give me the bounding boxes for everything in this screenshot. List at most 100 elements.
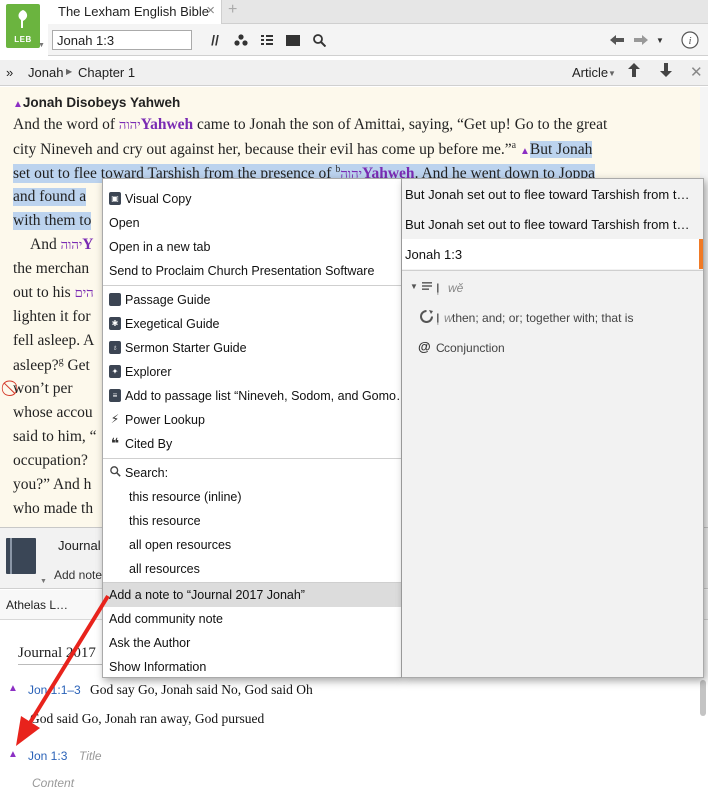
note-content-placeholder[interactable]: Content	[32, 776, 74, 790]
visual-filters-icon[interactable]	[232, 30, 250, 50]
selection-option-morphology[interactable]: @ C conjunction	[402, 337, 703, 363]
menu-item-show-information[interactable]: Show Information	[103, 655, 401, 679]
selection-option-word[interactable]: ▼ וְ wĕ	[402, 277, 703, 303]
collapse-triangle-icon[interactable]: ▼	[410, 282, 418, 291]
panel-layout-icon[interactable]	[284, 30, 302, 50]
exegetical-guide-icon: ✱	[109, 317, 121, 330]
breadcrumb-separator-icon: ▶	[66, 67, 73, 76]
menu-separator	[402, 270, 703, 271]
journal-tab[interactable]: Journal	[58, 538, 101, 553]
back-arrow-icon[interactable]	[608, 30, 626, 50]
journal-scrollbar[interactable]	[700, 680, 706, 716]
journal-book-icon	[6, 538, 36, 574]
menu-item-add-community-note[interactable]: Add community note	[103, 607, 401, 631]
menu-item-power-lookup[interactable]: ⚡ Power Lookup	[103, 408, 401, 432]
verse-line: out to his הים	[13, 284, 94, 301]
verse-line: And the word of יהוהYahweh came to Jonah…	[13, 116, 608, 133]
verse-line: ⃠won’t per	[13, 380, 73, 397]
verse-line: asleep?g Get	[13, 356, 90, 375]
selected-text[interactable]: and found a	[13, 188, 87, 206]
menu-item-add-to-passage-list[interactable]: ≡ Add to passage list “Nineveh, Sodom, an…	[103, 384, 401, 408]
menu-item-ask-the-author[interactable]: Ask the Author	[103, 631, 401, 655]
selection-option-lemma[interactable]: וְ w then; and; or; together with; that …	[402, 307, 703, 333]
menu-separator	[103, 285, 401, 286]
selection-option[interactable]: But Jonah set out to flee toward Tarshis…	[402, 179, 703, 209]
resource-toolbar: // ▼ i	[48, 24, 708, 56]
help-icon-glyph: i	[688, 35, 691, 47]
help-icon[interactable]: i	[680, 30, 700, 50]
leaf-icon	[18, 10, 28, 28]
add-note-button[interactable]: Add note	[54, 568, 102, 582]
next-section-icon[interactable]	[660, 63, 672, 80]
sermon-starter-icon: ♁	[109, 341, 121, 354]
selected-indicator	[699, 239, 703, 269]
verse-line: whose accou	[13, 404, 93, 421]
note-title-placeholder[interactable]: Title	[79, 749, 102, 763]
context-menu: ▣ Visual Copy Open Open in a new tab Send…	[102, 178, 402, 678]
section-heading: ▲Jonah Disobeys Yahweh	[13, 95, 181, 110]
breadcrumb-book[interactable]: Jonah	[28, 65, 63, 80]
note-reference[interactable]: Jon 1:1–3	[28, 683, 81, 697]
breadcrumb: » Jonah ▶ Chapter 1 Article ▼ ✕	[0, 60, 708, 86]
tab-title: The Lexham English Bible	[58, 4, 210, 19]
context-menu-selection-panel: But Jonah set out to flee toward Tarshis…	[402, 178, 704, 678]
morphology-icon: @	[418, 339, 431, 354]
tab-lexham-english-bible[interactable]: The Lexham English Bible ×	[48, 0, 222, 24]
verse-line: said to him, “	[13, 428, 97, 445]
note-reference[interactable]: Jon 1:3	[28, 749, 67, 763]
tab-bar: The Lexham English Bible × +	[48, 0, 708, 24]
selected-text[interactable]: But Jonah	[529, 141, 593, 159]
expand-triangle-icon[interactable]: ▲	[8, 749, 18, 760]
article-dropdown-icon[interactable]: ▼	[608, 69, 616, 78]
font-select[interactable]: Athelas L…	[6, 598, 68, 612]
menu-item-visual-copy[interactable]: ▣ Visual Copy	[103, 187, 401, 211]
menu-item-open[interactable]: Open	[103, 211, 401, 235]
search-icon	[109, 466, 121, 479]
forward-arrow-icon[interactable]	[632, 30, 650, 50]
collapse-panel-icon[interactable]: »	[6, 65, 13, 80]
menu-item-add-note-to-journal[interactable]: Add a note to “Journal 2017 Jonah”	[103, 583, 401, 607]
chevron-down-icon[interactable]: ▼	[40, 578, 47, 585]
verse-line: the merchan	[13, 260, 90, 277]
menu-item-search-this-resource[interactable]: this resource	[103, 509, 401, 533]
reference-input[interactable]	[52, 30, 192, 50]
close-panel-icon[interactable]: ✕	[690, 63, 703, 81]
lines-icon	[422, 280, 432, 294]
article-dropdown[interactable]: Article	[572, 65, 608, 80]
close-tab-icon[interactable]: ×	[206, 2, 215, 19]
breadcrumb-chapter[interactable]: Chapter 1	[78, 65, 135, 80]
verse-line: city Nineveh and cry out against her, be…	[13, 140, 593, 159]
explorer-icon: ✦	[109, 365, 121, 378]
previous-section-icon[interactable]	[628, 63, 640, 80]
menu-item-search-all-open-resources[interactable]: all open resources	[103, 533, 401, 557]
note-title[interactable]: God say Go, Jonah said No, God said Oh	[90, 682, 313, 698]
verse-line: lighten it for	[13, 308, 91, 325]
menu-item-explorer[interactable]: ✦ Explorer	[103, 360, 401, 384]
parallel-resources-icon[interactable]: //	[206, 30, 224, 50]
menu-item-passage-guide[interactable]: Passage Guide	[103, 288, 401, 312]
app-logo[interactable]: LEB	[6, 4, 40, 48]
journal-title-input[interactable]: Journal 2017	[18, 645, 108, 665]
add-tab-icon[interactable]: +	[228, 1, 237, 19]
chevron-down-icon[interactable]: ▼	[38, 42, 45, 49]
menu-item-search-this-resource-inline[interactable]: this resource (inline)	[103, 485, 401, 509]
history-dropdown-icon[interactable]: ▼	[654, 30, 666, 50]
menu-item-open-new-tab[interactable]: Open in a new tab	[103, 235, 401, 259]
search-icon[interactable]	[310, 30, 328, 50]
menu-item-exegetical-guide[interactable]: ✱ Exegetical Guide	[103, 312, 401, 336]
menu-item-sermon-starter-guide[interactable]: ♁ Sermon Starter Guide	[103, 336, 401, 360]
note-body[interactable]: God said Go, Jonah ran away, God pursued	[30, 711, 264, 727]
selection-option-reference[interactable]: Jonah 1:3	[402, 239, 703, 269]
selection-option[interactable]: But Jonah set out to flee toward Tarshis…	[402, 209, 703, 239]
verse-line: who made th	[13, 500, 94, 517]
menu-item-send-to-proclaim[interactable]: Send to Proclaim Church Presentation Sof…	[103, 259, 401, 283]
menu-separator	[103, 458, 401, 459]
list-view-icon[interactable]	[258, 30, 276, 50]
menu-item-search-all-resources[interactable]: all resources	[103, 557, 401, 581]
verse-line: occupation?	[13, 452, 88, 469]
selected-text[interactable]: with them to	[13, 212, 92, 230]
passage-guide-icon	[109, 293, 121, 306]
menu-item-cited-by[interactable]: ❝ Cited By	[103, 432, 401, 456]
expand-triangle-icon[interactable]: ▲	[8, 683, 18, 694]
expand-triangle-icon[interactable]: ▲	[13, 99, 23, 110]
